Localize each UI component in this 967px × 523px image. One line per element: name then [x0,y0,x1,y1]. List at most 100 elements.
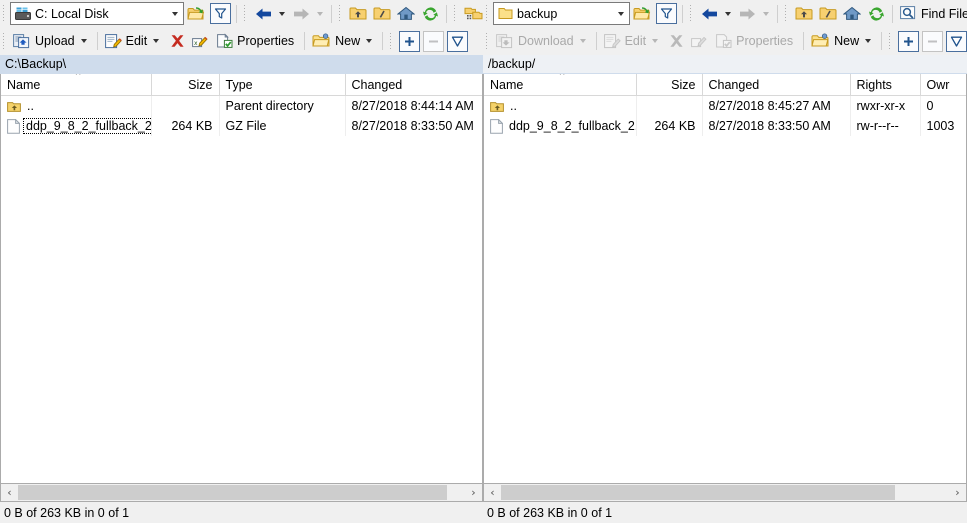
file-name-cell[interactable]: ddp_9_8_2_fullback_2... [484,116,637,136]
select-invert-button[interactable] [944,30,967,53]
upload-icon [13,33,31,49]
edit-label: Edit [624,34,647,48]
scroll-left-icon[interactable]: ‹ [484,485,501,500]
column-header-owner[interactable]: Owr [920,74,966,96]
find-files-label: Find Files [921,6,967,21]
chevron-down-icon[interactable] [613,4,629,23]
remote-path-bar[interactable]: /backup/ [483,55,967,74]
remote-file-list[interactable]: ^ Name Size Changed Rights Owr .. 8/27/2… [483,74,967,483]
scroll-track[interactable] [501,485,949,500]
toolbar-grip[interactable] [783,5,790,22]
chevron-down-icon[interactable] [80,39,87,43]
upload-button[interactable]: Upload [10,30,93,53]
filter-icon[interactable] [654,2,678,25]
toolbar-grip[interactable] [688,5,695,22]
toolbar-separator [236,4,237,23]
back-dropdown-icon[interactable] [275,2,289,25]
scroll-thumb[interactable] [18,485,448,500]
column-header-name[interactable]: ^ Name [1,74,152,96]
file-owner-cell: 0 [920,95,966,116]
toolbar-grip[interactable] [1,5,8,22]
file-name-cell[interactable]: ddp_9_8_2_fullback_2... [1,116,152,136]
home-directory-icon[interactable] [840,2,864,25]
refresh-icon[interactable] [864,2,888,25]
new-button[interactable]: New [309,30,378,53]
chevron-down-icon[interactable] [153,39,160,43]
column-header-size[interactable]: Size [151,74,220,96]
scroll-left-icon[interactable]: ‹ [1,485,18,500]
new-button[interactable]: New [808,30,877,53]
toolbar-grip[interactable] [242,5,249,22]
table-row[interactable]: .. Parent directory 8/27/2018 8:44:14 AM [1,95,482,116]
back-icon[interactable] [251,2,275,25]
local-path-bar[interactable]: C:\Backup\ [0,55,483,74]
toolbar-grip[interactable] [484,5,491,22]
magnifier-icon [900,5,917,22]
table-row[interactable]: ddp_9_8_2_fullback_2... 264 KB GZ File 8… [1,116,482,136]
column-header-name[interactable]: ^ Name [484,74,637,96]
column-header-type[interactable]: Type [219,74,346,96]
toolbar-grip[interactable] [1,32,8,50]
root-directory-icon[interactable] [816,2,840,25]
chevron-down-icon[interactable] [366,39,373,43]
local-file-list[interactable]: ^ Name Size Type Changed .. Parent direc… [0,74,483,483]
table-row[interactable]: ddp_9_8_2_fullback_2... 264 KB 8/27/2018… [484,116,966,136]
refresh-icon[interactable] [418,2,442,25]
toolbar-grip[interactable] [887,32,895,50]
local-status-bar: 0 B of 263 KB in 0 of 1 [0,502,483,523]
rename-button[interactable]: x [189,30,213,53]
svg-text:x: x [194,40,198,47]
parent-directory-icon[interactable] [346,2,370,25]
toolbar-grip[interactable] [484,32,491,50]
select-invert-button[interactable] [445,30,469,53]
column-header-size[interactable]: Size [636,74,703,96]
delete-button[interactable] [165,30,189,53]
find-files-button[interactable]: Find Files [897,2,967,25]
root-directory-icon[interactable] [370,2,394,25]
remote-horizontal-scrollbar[interactable]: ‹ › [483,483,967,502]
toolbar-grip[interactable] [452,5,459,22]
column-header-rights-label: Rights [856,77,892,92]
home-directory-icon[interactable] [394,2,418,25]
filter-icon[interactable] [208,2,232,25]
properties-button[interactable]: Properties [213,30,300,53]
file-changed-cell: 8/27/2018 8:33:50 AM [345,116,482,136]
toolbar-grip[interactable] [388,32,396,50]
local-horizontal-scrollbar[interactable]: ‹ › [0,483,483,502]
file-name-text: .. [27,99,34,113]
chevron-down-icon[interactable] [167,4,183,23]
file-name-cell[interactable]: .. [484,95,637,116]
parent-directory-icon[interactable] [792,2,816,25]
download-label: Download [518,34,574,48]
chevron-down-icon[interactable] [865,39,872,43]
remote-address-combo[interactable]: backup [493,2,630,25]
open-directory-icon[interactable] [630,2,654,25]
file-type-cell: Parent directory [219,95,346,116]
remote-column-headers: ^ Name Size Changed Rights Owr [484,74,966,96]
local-address-combo[interactable]: C: Local Disk [10,2,184,25]
column-header-rights[interactable]: Rights [850,74,921,96]
open-directory-icon[interactable] [184,2,208,25]
local-disk-icon [15,7,31,21]
column-header-changed[interactable]: Changed [702,74,851,96]
file-changed-cell: 8/27/2018 8:45:27 AM [702,95,851,116]
scroll-track[interactable] [18,485,465,500]
select-files-icon[interactable] [461,2,483,25]
scroll-right-icon[interactable]: › [949,485,966,500]
chevron-down-icon [652,39,659,43]
new-folder-icon [312,33,331,49]
back-icon[interactable] [697,2,721,25]
select-add-button[interactable] [896,30,920,53]
toolbar-grip[interactable] [337,5,344,22]
table-row[interactable]: .. 8/27/2018 8:45:27 AM rwxr-xr-x 0 [484,95,966,116]
remote-folder-icon [498,7,513,20]
select-add-button[interactable] [397,30,421,53]
scroll-thumb[interactable] [501,485,896,500]
back-dropdown-icon[interactable] [721,2,735,25]
column-header-changed[interactable]: Changed [345,74,482,96]
properties-label: Properties [237,34,295,48]
delete-button [664,30,688,53]
file-name-cell[interactable]: .. [1,95,152,116]
scroll-right-icon[interactable]: › [465,485,482,500]
edit-button[interactable]: Edit [102,30,166,53]
